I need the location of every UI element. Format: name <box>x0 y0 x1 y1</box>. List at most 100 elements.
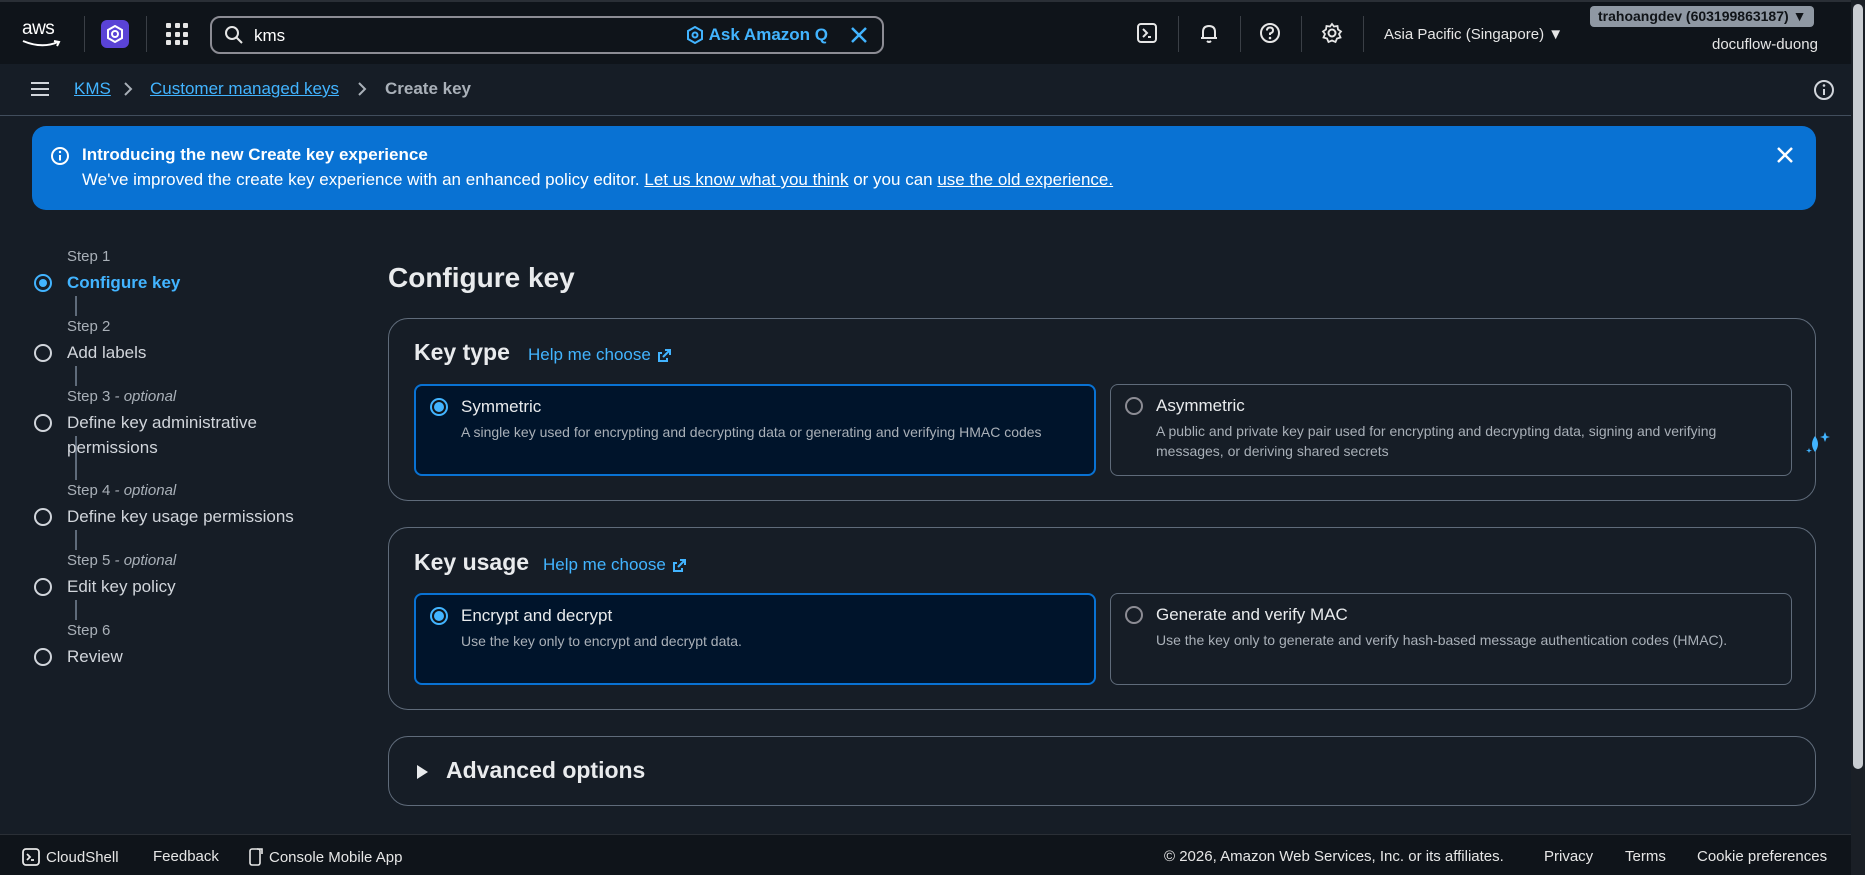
step-label: Review <box>67 647 123 666</box>
account-alias: docuflow-duong <box>1712 36 1818 53</box>
flash-body-text: or you can <box>848 170 938 189</box>
step-indicator <box>34 274 52 292</box>
page-title: Configure key <box>388 262 575 293</box>
step-indicator <box>34 414 52 432</box>
footer-cloudshell-button[interactable]: CloudShell <box>22 848 119 866</box>
step-label: Define key usage permissions <box>67 507 294 526</box>
encrypt-decrypt-option[interactable]: Encrypt and decrypt Use the key only to … <box>414 593 1096 685</box>
aws-logo[interactable]: aws <box>22 18 64 50</box>
step-number: Step 4 - optional <box>67 482 177 499</box>
step-number: Step 3 - optional <box>67 388 177 405</box>
mobile-phone-icon <box>249 848 263 866</box>
radio-button[interactable] <box>1125 397 1143 415</box>
step-number: Step 6 <box>67 622 111 639</box>
divider <box>1240 16 1241 52</box>
feedback-link[interactable]: Let us know what you think <box>644 170 848 189</box>
flash-title: Introducing the new Create key experienc… <box>82 145 428 164</box>
option-title: Asymmetric <box>1156 396 1245 415</box>
aws-logo-text: aws <box>22 18 55 39</box>
notifications-bell-icon[interactable] <box>1198 22 1220 44</box>
chevron-right-icon <box>124 82 133 96</box>
info-circle-icon <box>51 147 69 165</box>
step-label: Configure key <box>67 273 181 292</box>
cloudshell-icon <box>22 848 40 866</box>
amazon-q-icon <box>686 26 703 44</box>
services-grid-icon[interactable] <box>166 23 188 45</box>
page-scrollbar[interactable] <box>1851 0 1865 875</box>
close-icon[interactable] <box>1776 146 1794 164</box>
step-connector <box>75 530 77 550</box>
key-type-help-link[interactable]: Help me choose <box>528 345 672 365</box>
key-usage-heading: Key usage <box>414 549 530 575</box>
step-indicator <box>34 648 52 666</box>
help-icon[interactable] <box>1259 22 1281 44</box>
divider <box>146 16 147 52</box>
step-number: Step 2 <box>67 318 111 335</box>
footer-privacy-link[interactable]: Privacy <box>1544 848 1593 865</box>
search-icon <box>225 26 243 44</box>
step-indicator <box>34 508 52 526</box>
option-title: Symmetric <box>461 397 542 416</box>
region-label: Asia Pacific (Singapore) <box>1384 26 1545 43</box>
breadcrumb-bar: KMS Customer managed keys Create key <box>0 64 1851 116</box>
account-label: trahoangdev (603199863187) <box>1598 8 1789 24</box>
radio-button[interactable] <box>430 398 448 416</box>
step-number: Step 5 - optional <box>67 552 177 569</box>
menu-hamburger-icon[interactable] <box>31 82 49 96</box>
cloudshell-label: CloudShell <box>46 848 119 866</box>
caret-down-icon: ▼ <box>1548 26 1564 43</box>
search-value: kms <box>254 26 286 45</box>
ask-amazon-q-button[interactable]: Ask Amazon Q <box>686 25 828 45</box>
step-label: Add labels <box>67 343 147 362</box>
step-indicator <box>34 578 52 596</box>
help-link-label: Help me choose <box>528 345 651 364</box>
option-description: A single key used for encrypting and dec… <box>461 424 1042 440</box>
radio-button[interactable] <box>430 607 448 625</box>
step-connector <box>75 296 77 316</box>
symmetric-option[interactable]: Symmetric A single key used for encrypti… <box>414 384 1096 476</box>
help-link-label: Help me choose <box>543 555 666 574</box>
footer-terms-link[interactable]: Terms <box>1625 848 1666 865</box>
footer-feedback-link[interactable]: Feedback <box>153 848 219 865</box>
breadcrumb-kms[interactable]: KMS <box>74 79 111 99</box>
divider <box>84 16 85 52</box>
step-connector <box>75 600 77 620</box>
footer: CloudShell Feedback Console Mobile App ©… <box>0 834 1851 875</box>
info-flash-banner: Introducing the new Create key experienc… <box>32 126 1816 210</box>
key-usage-help-link[interactable]: Help me choose <box>543 555 687 575</box>
key-usage-panel: Key usage Help me choose Encrypt and dec… <box>388 527 1816 710</box>
asymmetric-option[interactable]: Asymmetric A public and private key pair… <box>1110 384 1792 476</box>
clear-search-icon[interactable] <box>850 26 868 44</box>
search-input[interactable]: kms Ask Amazon Q <box>210 16 884 54</box>
amazon-q-hex-icon[interactable] <box>101 20 129 48</box>
footer-cookie-preferences-link[interactable]: Cookie preferences <box>1697 848 1827 865</box>
region-selector[interactable]: Asia Pacific (Singapore) ▼ <box>1384 26 1563 43</box>
option-description: Use the key only to generate and verify … <box>1156 632 1728 648</box>
generate-verify-mac-option[interactable]: Generate and verify MAC Use the key only… <box>1110 593 1792 685</box>
amazon-q-sparkle-icon[interactable] <box>1803 428 1833 458</box>
step-label: Define key administrative permissions <box>67 413 257 457</box>
advanced-options-expander[interactable]: Advanced options <box>388 736 1816 806</box>
settings-gear-icon[interactable] <box>1321 22 1343 44</box>
divider <box>1178 16 1179 52</box>
advanced-options-label: Advanced options <box>446 757 646 783</box>
account-menu[interactable]: trahoangdev (603199863187) ▼ <box>1590 6 1815 27</box>
top-navigation: aws kms Ask Amazon Q Asia Pacific (Singa… <box>0 0 1865 64</box>
option-title: Generate and verify MAC <box>1156 605 1348 624</box>
caret-right-icon <box>417 765 428 779</box>
info-icon[interactable] <box>1813 79 1835 101</box>
breadcrumb-customer-managed-keys[interactable]: Customer managed keys <box>150 79 339 99</box>
footer-mobile-app-link[interactable]: Console Mobile App <box>249 848 402 866</box>
external-link-icon <box>672 558 686 572</box>
cloudshell-icon[interactable] <box>1136 22 1158 44</box>
divider <box>1301 16 1302 52</box>
key-type-panel: Key type Help me choose Symmetric A sing… <box>388 318 1816 501</box>
ask-amazon-q-label: Ask Amazon Q <box>708 25 828 44</box>
old-experience-link[interactable]: use the old experience. <box>937 170 1113 189</box>
scrollbar-thumb[interactable] <box>1853 4 1863 769</box>
caret-down-icon: ▼ <box>1792 8 1807 24</box>
flash-body-text: We've improved the create key experience… <box>82 170 645 189</box>
divider <box>1363 16 1364 52</box>
external-link-icon <box>657 348 671 362</box>
radio-button[interactable] <box>1125 606 1143 624</box>
